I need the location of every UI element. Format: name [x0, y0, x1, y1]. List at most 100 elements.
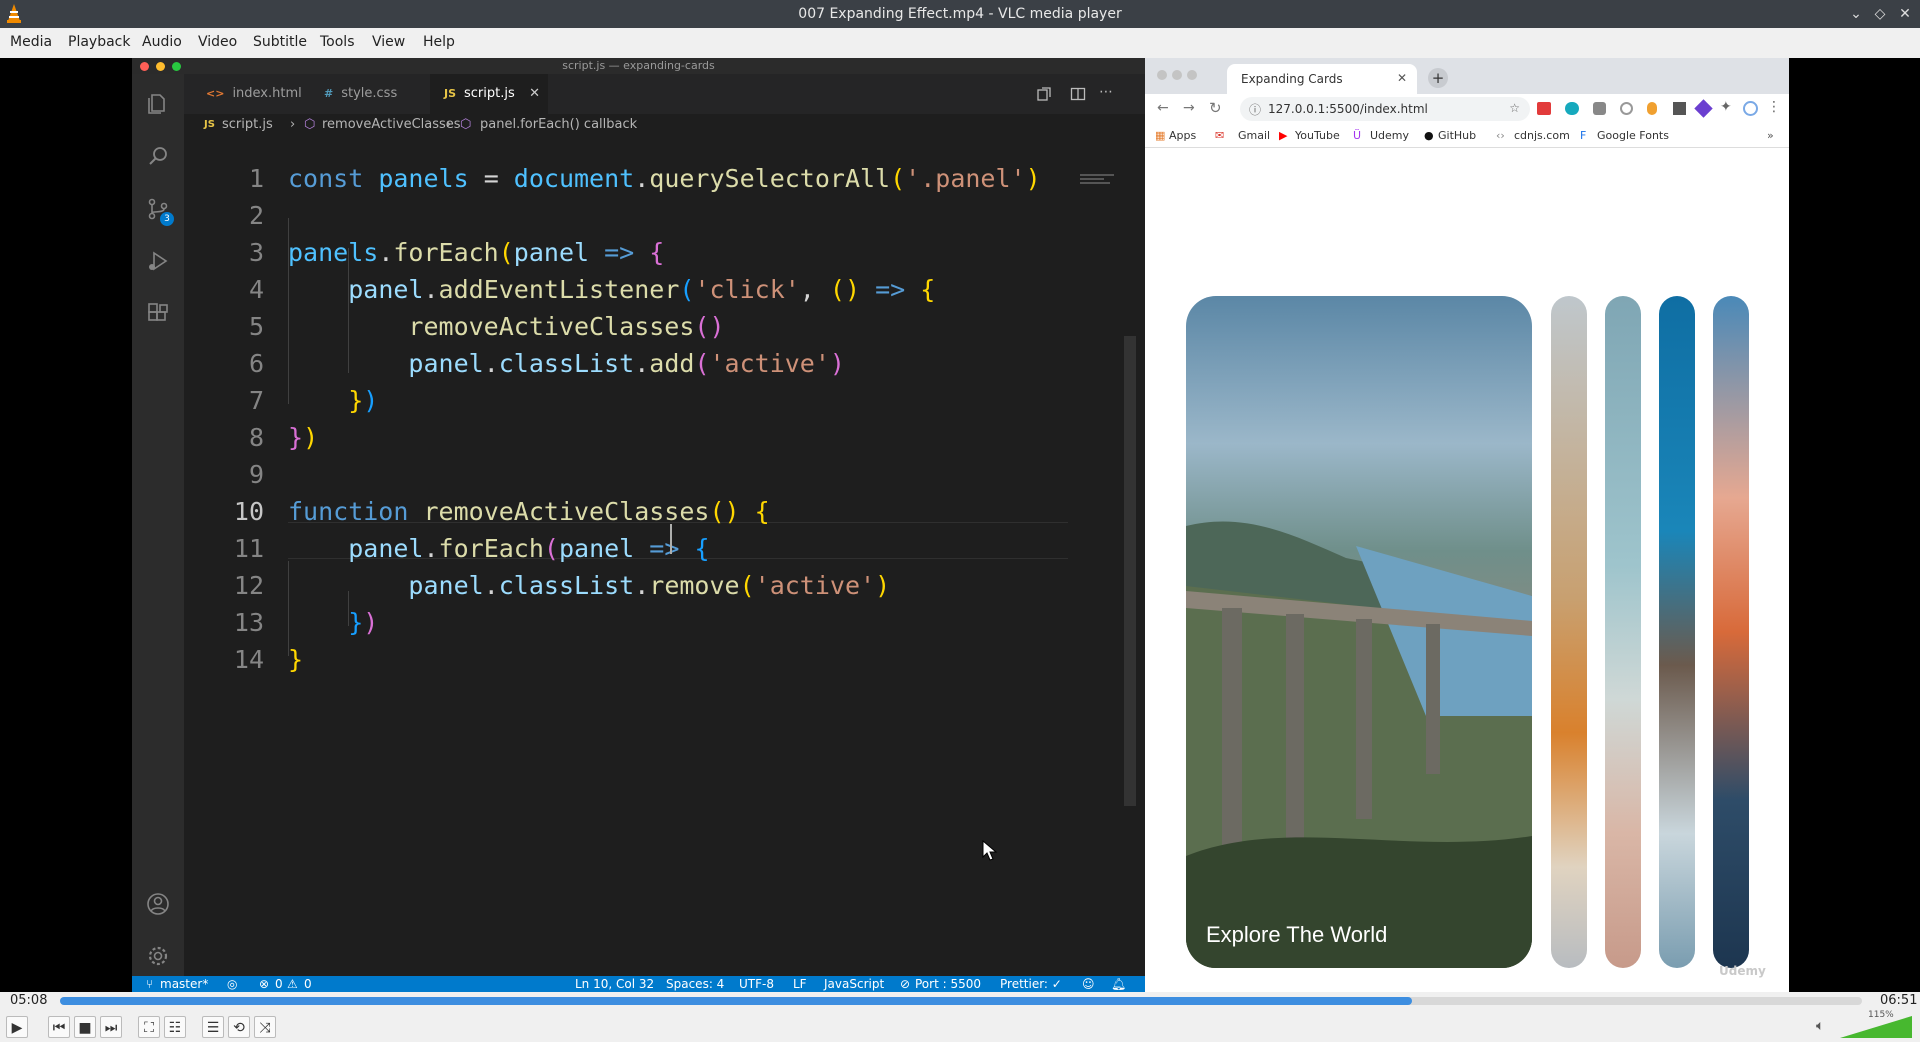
- speaker-icon[interactable]: 🔈︎: [1816, 1018, 1824, 1034]
- extension-icon[interactable]: [1565, 102, 1579, 115]
- maximize-button[interactable]: ◇: [1870, 4, 1890, 24]
- split-editor-icon[interactable]: [1070, 86, 1086, 102]
- close-tab-icon[interactable]: ✕: [1397, 71, 1407, 85]
- close-window-button[interactable]: ✕: [1895, 4, 1915, 24]
- bookmark-gmail[interactable]: Gmail: [1238, 129, 1270, 142]
- bookmark-youtube[interactable]: YouTube: [1295, 129, 1340, 142]
- extension-icon[interactable]: [1673, 102, 1686, 115]
- explorer-icon[interactable]: [146, 92, 170, 116]
- menu-view[interactable]: View: [372, 34, 405, 50]
- window-titlebar: 007 Expanding Effect.mp4 - VLC media pla…: [0, 0, 1920, 28]
- total-time: 06:51: [1880, 993, 1918, 1008]
- breadcrumb-callback[interactable]: panel.forEach() callback: [480, 114, 637, 136]
- minimap[interactable]: [1080, 172, 1120, 192]
- bookmark-udemy[interactable]: Udemy: [1370, 129, 1409, 142]
- browser-tab[interactable]: Expanding Cards ✕: [1227, 64, 1417, 94]
- panel-card-autumn[interactable]: [1551, 296, 1587, 968]
- forward-arrow-icon[interactable]: →: [1183, 100, 1195, 116]
- sync-icon[interactable]: ◎: [227, 976, 237, 992]
- run-debug-icon[interactable]: [146, 249, 170, 273]
- indentation[interactable]: Spaces: 4: [666, 976, 724, 992]
- extensions-puzzle-icon[interactable]: ✦: [1720, 99, 1732, 115]
- menu-video[interactable]: Video: [198, 34, 237, 50]
- menu-subtitle[interactable]: Subtitle: [253, 34, 307, 50]
- extensions-icon[interactable]: [146, 302, 170, 326]
- menu-tools[interactable]: Tools: [320, 34, 355, 50]
- line-number: 11: [233, 534, 264, 563]
- editor-scrollbar[interactable]: [1124, 336, 1136, 806]
- text-cursor: [670, 524, 672, 554]
- menu-playback[interactable]: Playback: [68, 34, 130, 50]
- notifications-bell-icon[interactable]: 🔔︎: [1111, 976, 1126, 992]
- bookmarks-bar: ▦ Apps ✉ Gmail ▶ YouTube Ü Udemy ● GitHu…: [1145, 124, 1789, 148]
- line-number: 5: [248, 312, 264, 341]
- file-encoding[interactable]: UTF-8: [739, 976, 774, 992]
- more-actions-icon[interactable]: ⋯: [1099, 84, 1113, 100]
- back-arrow-icon[interactable]: ←: [1157, 100, 1169, 116]
- play-button[interactable]: ▶: [6, 1016, 28, 1038]
- site-info-icon: ⓘ: [1249, 103, 1262, 117]
- breadcrumb-file[interactable]: script.js: [222, 114, 273, 136]
- video-frame[interactable]: script.js — expanding-cards 3 <> index.ht…: [0, 58, 1920, 992]
- error-count[interactable]: 0: [275, 976, 283, 992]
- code-editor[interactable]: 1 2 3 4 5 6 7 8 9 10 11 12 13 14 const p…: [184, 136, 1145, 976]
- git-branch[interactable]: master*: [160, 976, 208, 992]
- tab-script-js[interactable]: JS script.js ✕: [430, 74, 548, 114]
- previous-button[interactable]: ⏮: [48, 1016, 70, 1038]
- reload-icon[interactable]: ↻: [1209, 99, 1222, 117]
- cursor-position[interactable]: Ln 10, Col 32: [575, 976, 654, 992]
- profile-avatar-icon[interactable]: [1743, 101, 1758, 116]
- extended-settings-button[interactable]: ☷: [164, 1016, 186, 1038]
- shuffle-button[interactable]: ⤨: [254, 1016, 276, 1038]
- prettier-status[interactable]: Prettier: ✓: [1000, 976, 1062, 992]
- more-bookmarks-icon[interactable]: »: [1767, 129, 1774, 142]
- bookmark-google-fonts[interactable]: Google Fonts: [1597, 129, 1669, 142]
- next-button[interactable]: ⏭: [100, 1016, 122, 1038]
- bookmark-cdnjs[interactable]: cdnjs.com: [1514, 129, 1570, 142]
- new-tab-icon[interactable]: +: [1428, 68, 1448, 88]
- language-mode[interactable]: JavaScript: [824, 976, 884, 992]
- extension-icon[interactable]: [1620, 102, 1633, 115]
- fullscreen-button[interactable]: ⛶: [138, 1016, 160, 1038]
- stop-button[interactable]: ■: [74, 1016, 96, 1038]
- menu-media[interactable]: Media: [10, 34, 52, 50]
- panel-card-city[interactable]: [1659, 296, 1695, 968]
- menu-audio[interactable]: Audio: [142, 34, 182, 50]
- search-icon[interactable]: [146, 144, 170, 168]
- panel-card-beach[interactable]: [1605, 296, 1641, 968]
- bookmark-github[interactable]: GitHub: [1438, 129, 1476, 142]
- browser-minimize-dot: [1172, 70, 1182, 80]
- loop-button[interactable]: ⟲: [228, 1016, 250, 1038]
- close-tab-icon[interactable]: ✕: [529, 74, 540, 114]
- line-ending[interactable]: LF: [793, 976, 807, 992]
- tab-index-html[interactable]: <> index.html: [194, 74, 312, 114]
- account-icon[interactable]: [146, 892, 170, 916]
- warning-count[interactable]: 0: [304, 976, 312, 992]
- seek-bar[interactable]: [60, 997, 1862, 1005]
- panel-card-active[interactable]: Explore The World: [1186, 296, 1532, 968]
- extension-icon[interactable]: [1537, 102, 1551, 115]
- breadcrumb-function[interactable]: removeActiveClasses: [322, 114, 461, 136]
- feedback-icon[interactable]: ☺: [1082, 976, 1095, 992]
- menu-help[interactable]: Help: [423, 34, 455, 50]
- browser-menu-icon[interactable]: ⋮: [1767, 99, 1781, 115]
- js-file-icon: JS: [204, 119, 215, 130]
- error-icon: ⊗: [259, 977, 270, 991]
- bookmark-star-icon[interactable]: ☆: [1509, 101, 1520, 115]
- tab-label: script.js: [464, 86, 515, 101]
- apps-grid-icon: ▦: [1155, 129, 1166, 142]
- minimize-button[interactable]: ⌄: [1846, 4, 1866, 24]
- extension-icon[interactable]: [1647, 102, 1657, 115]
- panel-card-mountain[interactable]: [1713, 296, 1749, 968]
- bookmark-apps[interactable]: Apps: [1169, 129, 1196, 142]
- extension-icon[interactable]: [1593, 102, 1606, 115]
- live-server-port[interactable]: Port : 5500: [915, 976, 981, 992]
- address-bar[interactable]: ⓘ 127.0.0.1:5500/index.html ☆: [1240, 97, 1530, 121]
- settings-gear-icon[interactable]: [146, 944, 170, 968]
- extension-icon[interactable]: [1694, 99, 1713, 118]
- line-number: 13: [233, 608, 264, 637]
- tab-style-css[interactable]: # style.css: [312, 74, 430, 114]
- open-changes-icon[interactable]: [1036, 86, 1052, 102]
- playlist-button[interactable]: ☰: [202, 1016, 224, 1038]
- udemy-watermark: Udemy: [1719, 964, 1766, 978]
